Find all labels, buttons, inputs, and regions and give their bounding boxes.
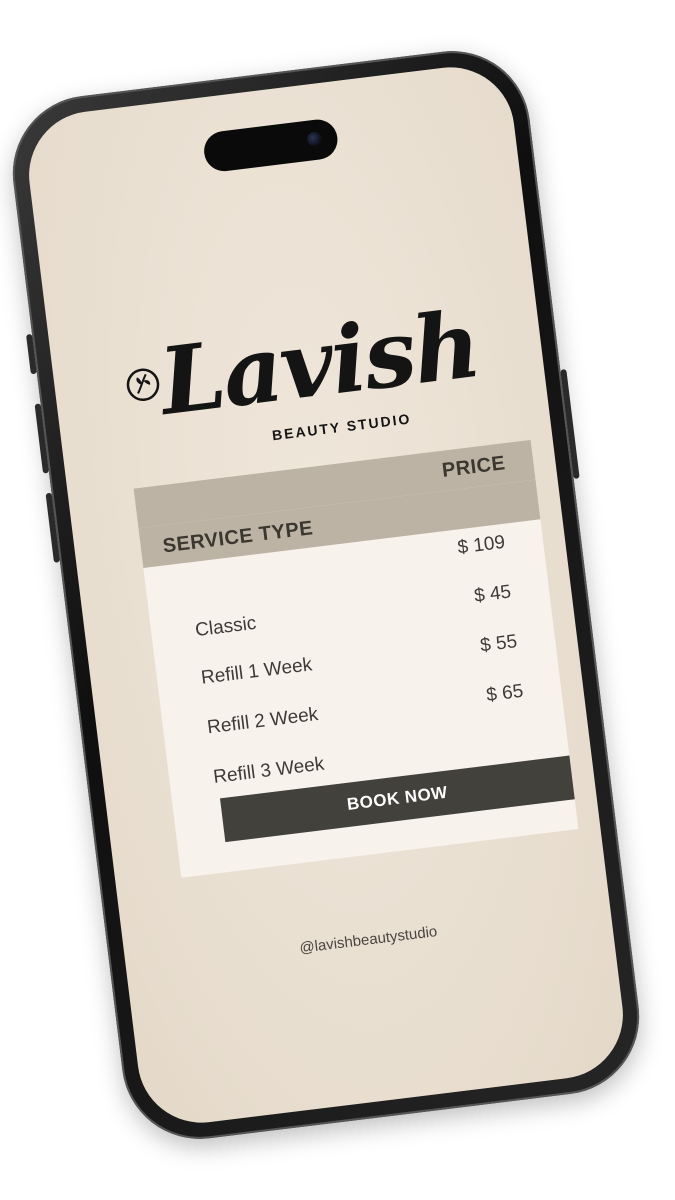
phone-screen: Lavish BEAUTY STUDIO PRICE SERVICE TYPE … [21,60,631,1130]
phone-frame: Lavish BEAUTY STUDIO PRICE SERVICE TYPE … [3,42,649,1148]
camera-icon [306,131,323,147]
price-classic: $ 109 [456,531,507,559]
service-classic: Classic [194,612,258,642]
power-button [560,369,580,479]
service-header: SERVICE TYPE [161,517,315,558]
mute-switch [26,333,37,375]
phone-mockup: Lavish BEAUTY STUDIO PRICE SERVICE TYPE … [3,42,649,1148]
social-handle[interactable]: @lavishbeautystudio [125,902,611,978]
service-refill-2-week: Refill 2 Week [206,703,320,739]
dynamic-island [201,117,340,174]
leaf-icon [126,368,160,401]
price-card: PRICE SERVICE TYPE $ 109 Classic $ 45 Re… [133,439,579,878]
volume-down-button [45,492,61,563]
price-header: PRICE [440,452,507,482]
price-refill-1-week: $ 45 [473,581,513,607]
price-refill-2-week: $ 55 [479,631,519,657]
brand-name: Lavish [154,290,485,437]
service-refill-3-week: Refill 3 Week [212,753,326,789]
volume-up-button [34,403,50,474]
service-refill-1-week: Refill 1 Week [199,654,314,689]
price-refill-3-week: $ 65 [485,680,525,707]
